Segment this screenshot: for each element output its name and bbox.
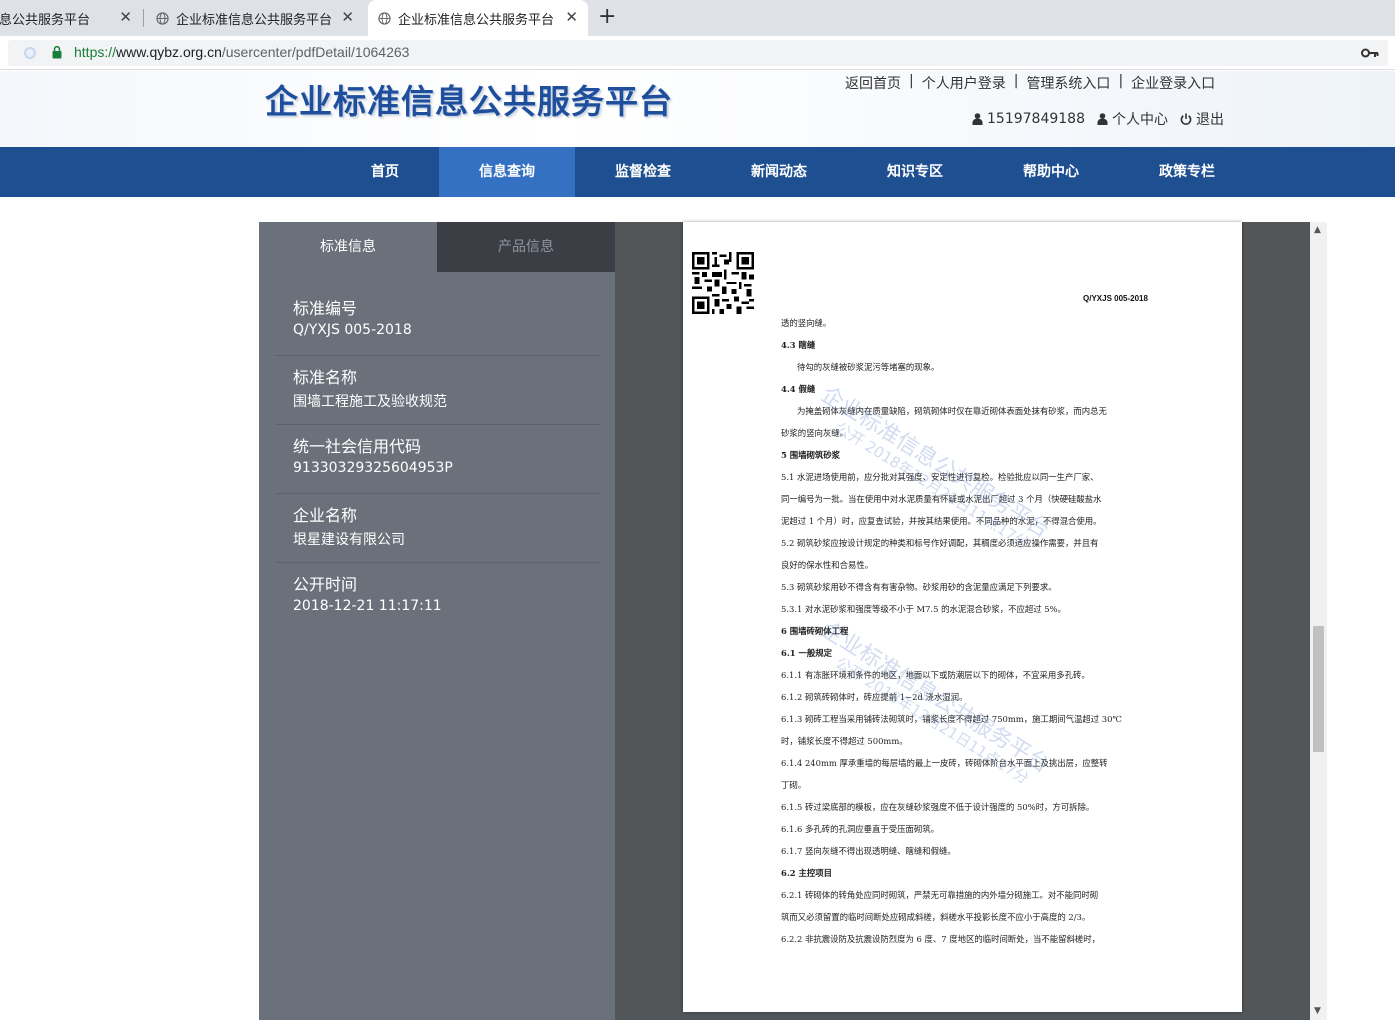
omnibox[interactable]: https://www.qybz.org.cn/usercenter/pdfDe…: [8, 40, 1388, 66]
info-credit-code: 统一社会信用代码 91330329325604953P: [275, 425, 600, 494]
document-line: 6.2 主控项目: [781, 868, 832, 878]
url-text[interactable]: https://www.qybz.org.cn/usercenter/pdfDe…: [74, 44, 409, 60]
info-label: 企业名称: [293, 506, 358, 525]
user-phone[interactable]: 15197849188: [972, 111, 1085, 127]
scroll-thumb[interactable]: [1313, 626, 1324, 752]
info-publish-time: 公开时间 2018-12-21 11:17:11: [275, 563, 600, 632]
url-host: www.qybz.org.cn: [116, 44, 222, 60]
url-path: /usercenter/pdfDetail/1064263: [221, 44, 410, 60]
logout-label: 退出: [1195, 112, 1224, 128]
logout-link[interactable]: 退出: [1180, 109, 1224, 129]
document-line: 筑而又必须留置的临时间断处应砌成斜槎，斜槎水平投影长度不应小于高度的 2/3。: [781, 912, 1091, 922]
pdf-page: Q/YXJS 005-2018 透的竖向缝。 4.3 瞎缝待勾的灰缝被砂浆泥污等堵…: [683, 222, 1242, 1012]
nav-news[interactable]: 新闻动态: [711, 147, 847, 197]
viewer-scrollbar[interactable]: ▲ ▼: [1310, 222, 1327, 1020]
standard-info-panel: 标准信息 产品信息 标准编号 Q/YXJS 005-2018 标准名称 围墙工程…: [259, 222, 615, 1020]
info-label: 标准名称: [293, 368, 358, 387]
power-icon: [1180, 113, 1192, 125]
globe-icon: [378, 11, 391, 25]
nav-help[interactable]: 帮助中心: [983, 147, 1119, 197]
info-standard-name: 标准名称 围墙工程施工及验收规范: [275, 356, 600, 425]
info-company-name: 企业名称 垠星建设有限公司: [275, 494, 600, 563]
nav-policy[interactable]: 政策专栏: [1119, 147, 1255, 197]
separator: |: [1013, 73, 1019, 89]
main-nav: 首页 信息查询 监督检查 新闻动态 知识专区 帮助中心 政策专栏: [0, 147, 1395, 197]
nav-knowledge[interactable]: 知识专区: [847, 147, 983, 197]
separator: |: [909, 73, 914, 89]
personal-center-label: 个人中心: [1111, 112, 1168, 128]
info-label: 标准编号: [293, 299, 358, 318]
top-links: 返回首页 | 个人用户登录 | 管理系统入口 | 企业登录入口: [845, 73, 1215, 93]
new-tab-button[interactable]: +: [598, 6, 616, 28]
document-code: Q/YXJS 005-2018: [1083, 294, 1148, 303]
document-line: 6.1.7 竖向灰缝不得出现透明缝、瞎缝和假缝。: [781, 846, 956, 856]
document-line: 6.1.5 砖过梁底部的模板，应在灰缝砂浆强度不低于设计强度的 50%时，方可拆…: [781, 802, 1095, 812]
document-line: 丁砌。: [781, 780, 807, 790]
info-value: 91330329325604953P: [293, 460, 453, 476]
tab-close-icon[interactable]: ✕: [119, 10, 132, 25]
link-enterprise-login[interactable]: 企业登录入口: [1131, 73, 1215, 93]
info-label: 统一社会信用代码: [293, 437, 422, 456]
browser-tab-1[interactable]: 信息公共服务平台 ✕: [0, 0, 142, 36]
user-icon: [1097, 113, 1108, 125]
scroll-up-icon[interactable]: ▲: [1314, 225, 1321, 235]
info-label: 公开时间: [293, 575, 358, 594]
qr-code-icon: [692, 252, 754, 314]
personal-center-link[interactable]: 个人中心: [1097, 109, 1168, 129]
user-icon: [972, 113, 983, 125]
tab-close-icon[interactable]: ✕: [341, 10, 354, 25]
tab-close-icon[interactable]: ✕: [565, 10, 578, 25]
document-line: 6.1.6 多孔砖的孔洞应垂直于受压面砌筑。: [781, 824, 939, 834]
browser-tab-2[interactable]: 企业标准信息公共服务平台 ✕: [146, 0, 364, 36]
url-scheme: https://: [74, 44, 117, 60]
browser-tab-3-active[interactable]: 企业标准信息公共服务平台 ✕: [368, 0, 588, 36]
lock-icon[interactable]: [52, 46, 62, 59]
site-header: 企业标准信息公共服务平台 返回首页 | 个人用户登录 | 管理系统入口 | 企业…: [0, 71, 1395, 147]
nav-home[interactable]: 首页: [317, 147, 453, 197]
separator: |: [1118, 73, 1124, 89]
info-value: 垠星建设有限公司: [293, 532, 405, 548]
nav-info-query[interactable]: 信息查询: [439, 147, 575, 197]
document-line: 5.2 砌筑砂浆应按设计规定的种类和标号作好调配，其稠度必须适应操作需要，并且有: [781, 538, 1099, 548]
info-value: 围墙工程施工及验收规范: [293, 394, 447, 410]
document-line: 4.3 瞎缝: [781, 340, 816, 350]
link-personal-login[interactable]: 个人用户登录: [922, 73, 1006, 93]
key-icon[interactable]: [1361, 47, 1379, 59]
tab-title: 企业标准信息公共服务平台: [176, 12, 333, 28]
tab-standard-info[interactable]: 标准信息: [259, 222, 437, 272]
globe-icon: [156, 11, 169, 25]
scroll-down-icon[interactable]: ▼: [1314, 1006, 1321, 1016]
document-line: 良好的保水性和合易性。: [781, 560, 874, 570]
nav-supervision[interactable]: 监督检查: [575, 147, 711, 197]
address-bar: https://www.qybz.org.cn/usercenter/pdfDe…: [0, 36, 1395, 70]
link-admin-entry[interactable]: 管理系统入口: [1026, 73, 1110, 93]
tab-product-info[interactable]: 产品信息: [437, 222, 615, 272]
info-value: Q/YXJS 005-2018: [293, 322, 412, 338]
phone-number: 15197849188: [987, 111, 1085, 127]
tab-separator: [143, 9, 144, 27]
document-line: 待勾的灰缝被砂浆泥污等堵塞的现象。: [797, 362, 940, 372]
document-line: 透的竖向缝。: [781, 318, 832, 328]
link-home[interactable]: 返回首页: [845, 73, 901, 93]
tab-title: 信息公共服务平台: [0, 12, 91, 28]
info-value: 2018-12-21 11:17:11: [293, 598, 442, 614]
user-bar: 15197849188 个人中心 退出: [972, 109, 1236, 129]
site-info-icon[interactable]: [24, 47, 36, 59]
document-line: 6.2.2 非抗震设防及抗震设防烈度为 6 度、7 度地区的临时间断处，当不能留…: [781, 934, 1100, 944]
browser-tab-bar: 信息公共服务平台 ✕ 企业标准信息公共服务平台 ✕ 企业标准信息公共服务平台 ✕…: [0, 0, 1395, 36]
tab-title: 企业标准信息公共服务平台: [398, 12, 555, 28]
site-logo[interactable]: 企业标准信息公共服务平台: [265, 75, 673, 123]
document-line: 5.3 砌筑砂浆用砂不得含有有害杂物。砂浆用砂的含泥量应满足下列要求。: [781, 582, 1057, 592]
document-line: 6.2.1 砖砌体的转角处应同时砌筑，严禁无可靠措施的内外墙分砌施工。对不能同时…: [781, 890, 1099, 900]
info-standard-number: 标准编号 Q/YXJS 005-2018: [275, 287, 600, 356]
